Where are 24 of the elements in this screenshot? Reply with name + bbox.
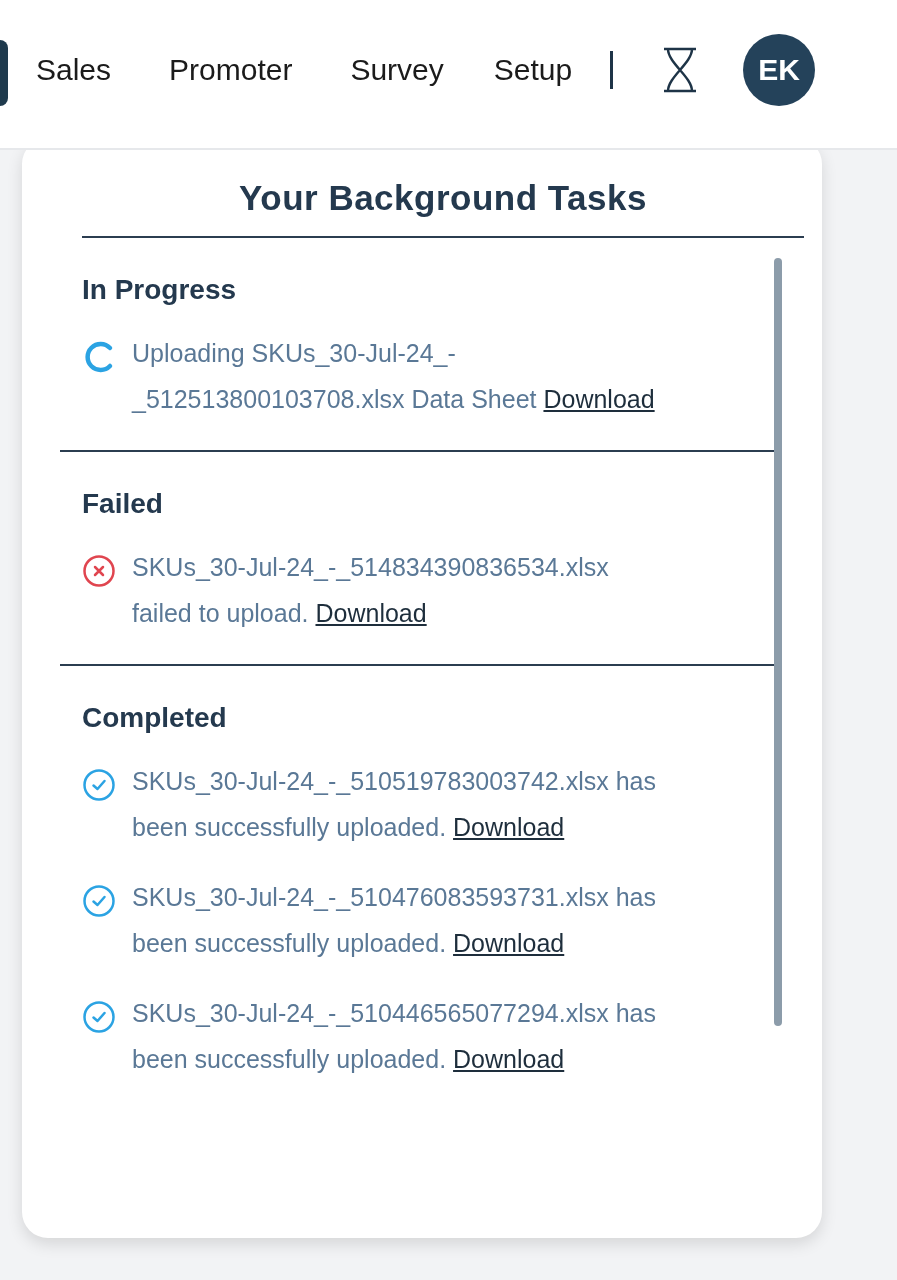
section-heading: In Progress (82, 274, 238, 306)
scrollbar[interactable] (774, 258, 782, 1026)
check-circle-icon (82, 768, 116, 802)
task-message: SKUs_30-Jul-24_-_514834390836534.xlsx failed to upload. Download (132, 552, 609, 629)
nav-link[interactable]: Sales (36, 53, 112, 87)
download-link[interactable]: Download (315, 599, 427, 627)
check-circle-icon (82, 884, 116, 918)
download-link[interactable]: Download (543, 385, 655, 413)
task-message: SKUs_30-Jul-24_-_510446565077294.xlsx has been successfully uploaded. Download (132, 998, 656, 1075)
nav-link[interactable]: Promoter (169, 53, 293, 87)
nav-link[interactable]: Setup (493, 53, 573, 87)
download-link[interactable]: Download (453, 813, 565, 841)
section-heading: Failed (82, 488, 164, 520)
section-heading: Completed (82, 702, 228, 734)
task-message: SKUs_30-Jul-24_-_510519783003742.xlsx has been successfully uploaded. Download (132, 766, 656, 843)
task-message: SKUs_30-Jul-24_-_510476083593731.xlsx has been successfully uploaded. Download (132, 882, 656, 959)
user-avatar[interactable]: EK (743, 34, 816, 106)
error-icon (82, 554, 116, 588)
check-circle-icon (82, 1000, 116, 1034)
panel-title: Your Background Tasks (82, 178, 804, 238)
download-link[interactable]: Download (453, 929, 565, 957)
nav-link[interactable]: Survey (350, 53, 444, 87)
download-link[interactable]: Download (453, 1045, 565, 1073)
task-message: Uploading SKUs_30-Jul-24_- _512513800103708.xlsx Data Sheet Download (132, 338, 655, 415)
